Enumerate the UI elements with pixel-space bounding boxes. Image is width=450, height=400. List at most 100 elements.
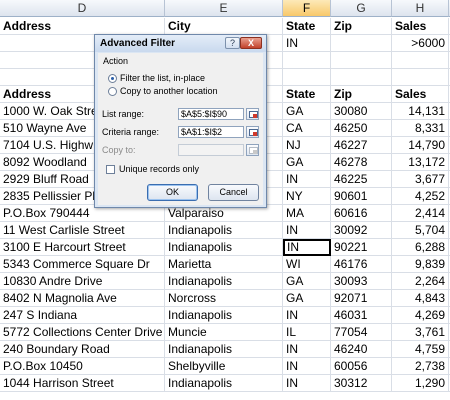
cell[interactable]: IN	[283, 222, 331, 239]
cell[interactable]: Indianapolis	[165, 375, 283, 392]
cell[interactable]: 14,790	[392, 137, 449, 154]
cell[interactable]	[392, 69, 449, 86]
cell[interactable]: 3,677	[392, 171, 449, 188]
cell[interactable]: 14,131	[392, 103, 449, 120]
cell[interactable]: 2,738	[392, 358, 449, 375]
cell[interactable]: Indianapolis	[165, 307, 283, 324]
cell[interactable]: Norcross	[165, 290, 283, 307]
unique-records-label[interactable]: Unique records only	[119, 164, 199, 174]
cell[interactable]: NJ	[283, 137, 331, 154]
cell[interactable]: 46227	[331, 137, 392, 154]
header-cell[interactable]: Zip	[331, 86, 392, 103]
cell[interactable]: GA	[283, 290, 331, 307]
column-header-h[interactable]: H	[392, 0, 449, 17]
cell[interactable]: IN	[283, 239, 331, 256]
cell[interactable]: 5,704	[392, 222, 449, 239]
column-header-g[interactable]: G	[331, 0, 392, 17]
filter-in-place-label[interactable]: Filter the list, in-place	[120, 73, 205, 83]
cell[interactable]: 77054	[331, 324, 392, 341]
cell[interactable]: Muncie	[165, 324, 283, 341]
cell[interactable]: CA	[283, 120, 331, 137]
cell[interactable]: Indianapolis	[165, 341, 283, 358]
cell[interactable]: 2,414	[392, 205, 449, 222]
cell[interactable]: IN	[283, 171, 331, 188]
criteria-range-picker-icon[interactable]	[246, 126, 259, 138]
cell[interactable]: 3100 E Harcourt Street	[0, 239, 165, 256]
cell[interactable]: 2,264	[392, 273, 449, 290]
unique-records-checkbox[interactable]	[106, 165, 115, 174]
criteria-range-input[interactable]: $A$1:$I$2	[178, 126, 244, 138]
cell[interactable]: 46225	[331, 171, 392, 188]
copy-to-location-radio[interactable]	[108, 87, 117, 96]
cell[interactable]: Marietta	[165, 256, 283, 273]
cell[interactable]: 240 Boundary Road	[0, 341, 165, 358]
cell[interactable]: MA	[283, 205, 331, 222]
cell[interactable]: 1044 Harrison Street	[0, 375, 165, 392]
cell[interactable]: 5772 Collections Center Drive	[0, 324, 165, 341]
cell[interactable]	[283, 69, 331, 86]
cell[interactable]: 13,172	[392, 154, 449, 171]
cell[interactable]: GA	[283, 273, 331, 290]
cell[interactable]: IN	[283, 375, 331, 392]
cell[interactable]: 10830 Andre Drive	[0, 273, 165, 290]
close-button[interactable]: X	[240, 37, 262, 49]
list-range-input[interactable]: $A$5:$I$90	[178, 108, 244, 120]
header-cell[interactable]: Address	[0, 18, 165, 35]
cell[interactable]: 3,761	[392, 324, 449, 341]
cell[interactable]: 46031	[331, 307, 392, 324]
cell[interactable]: NY	[283, 188, 331, 205]
cell[interactable]: 11 West Carlisle Street	[0, 222, 165, 239]
cell[interactable]: 60056	[331, 358, 392, 375]
header-cell[interactable]: State	[283, 18, 331, 35]
cell[interactable]: IL	[283, 324, 331, 341]
cell[interactable]: 30092	[331, 222, 392, 239]
cell[interactable]: 46278	[331, 154, 392, 171]
column-header-f[interactable]: F	[283, 0, 331, 17]
cell[interactable]: 4,269	[392, 307, 449, 324]
cell[interactable]: 6,288	[392, 239, 449, 256]
cell[interactable]: 4,252	[392, 188, 449, 205]
column-header-d[interactable]: D	[0, 0, 165, 17]
cell[interactable]: 30093	[331, 273, 392, 290]
cell[interactable]: IN	[283, 35, 331, 52]
list-range-picker-icon[interactable]	[246, 108, 259, 120]
copy-to-picker-icon[interactable]	[246, 144, 259, 156]
copy-to-input[interactable]	[178, 144, 244, 156]
cell[interactable]: Shelbyville	[165, 358, 283, 375]
cell[interactable]: Indianapolis	[165, 239, 283, 256]
cell[interactable]	[331, 52, 392, 69]
cell[interactable]	[283, 52, 331, 69]
cell[interactable]: 90221	[331, 239, 392, 256]
cell[interactable]: 5343 Commerce Square Dr	[0, 256, 165, 273]
cell[interactable]: IN	[283, 341, 331, 358]
cell[interactable]	[392, 52, 449, 69]
cell[interactable]: IN	[283, 307, 331, 324]
cell[interactable]: 9,839	[392, 256, 449, 273]
cell[interactable]: WI	[283, 256, 331, 273]
ok-button[interactable]: OK	[147, 184, 198, 201]
cell[interactable]: Indianapolis	[165, 273, 283, 290]
cell[interactable]: 46176	[331, 256, 392, 273]
cell[interactable]: 46240	[331, 341, 392, 358]
header-cell[interactable]: Sales	[392, 86, 449, 103]
cell[interactable]: 30312	[331, 375, 392, 392]
cell[interactable]: 8,331	[392, 120, 449, 137]
cell[interactable]: GA	[283, 103, 331, 120]
cell[interactable]: >6000	[392, 35, 449, 52]
cell[interactable]: 30080	[331, 103, 392, 120]
column-header-e[interactable]: E	[165, 0, 283, 17]
help-button[interactable]: ?	[225, 37, 240, 49]
cell[interactable]: IN	[283, 358, 331, 375]
cell[interactable]: 46250	[331, 120, 392, 137]
cell[interactable]: 90601	[331, 188, 392, 205]
cell[interactable]: 4,759	[392, 341, 449, 358]
cell[interactable]: 1,290	[392, 375, 449, 392]
cell[interactable]: 60616	[331, 205, 392, 222]
cell[interactable]	[331, 69, 392, 86]
cell[interactable]: 247 S Indiana	[0, 307, 165, 324]
cell[interactable]: 4,843	[392, 290, 449, 307]
cell[interactable]: 92071	[331, 290, 392, 307]
cell[interactable]: Indianapolis	[165, 222, 283, 239]
header-cell[interactable]: Sales	[392, 18, 449, 35]
header-cell[interactable]: Zip	[331, 18, 392, 35]
